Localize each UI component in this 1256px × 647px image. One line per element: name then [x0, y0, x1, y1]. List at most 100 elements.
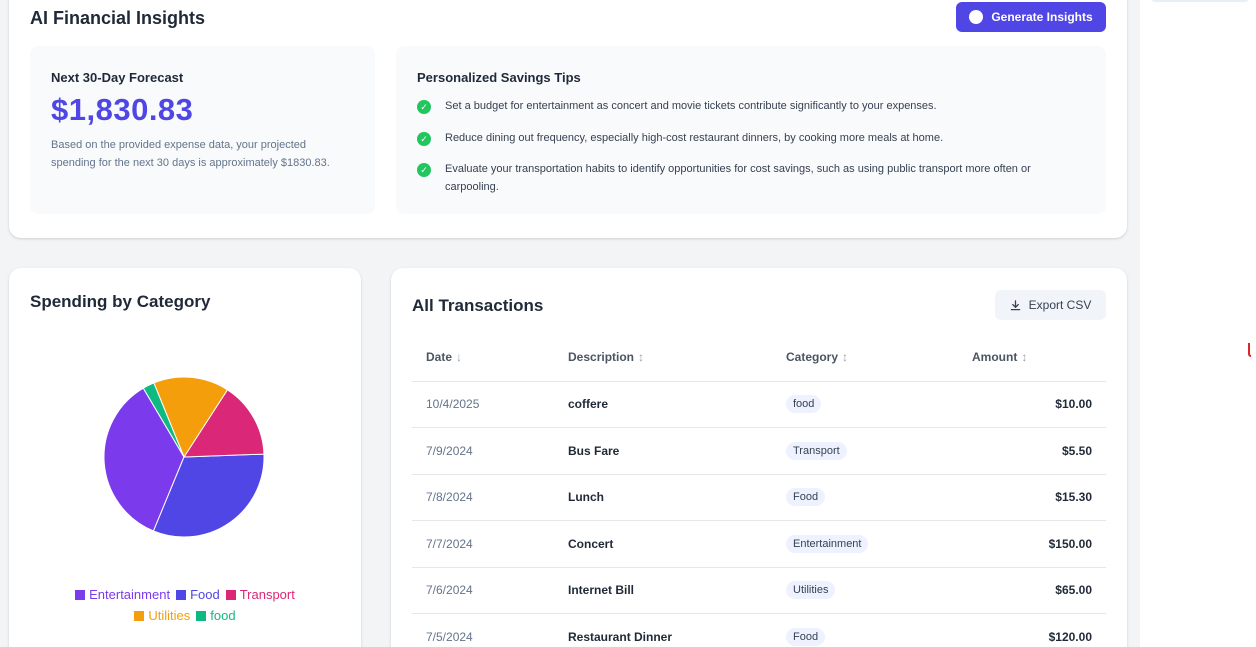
transaction-description: Concert	[554, 520, 772, 568]
spending-title: Spending by Category	[30, 292, 211, 311]
savings-tip-text: Evaluate your transportation habits to i…	[445, 163, 1031, 193]
red-mark	[1248, 343, 1251, 357]
category-badge: food	[786, 395, 822, 414]
table-row[interactable]: 7/5/2024 Restaurant Dinner Food $120.00	[412, 613, 1106, 647]
sparkle-icon	[969, 10, 984, 24]
table-row[interactable]: 7/6/2024 Internet Bill Utilities $65.00	[412, 567, 1106, 614]
table-row[interactable]: 7/7/2024 Concert Entertainment $150.00	[412, 520, 1106, 568]
sort-down-icon: ↓	[456, 350, 463, 365]
transaction-description: Internet Bill	[554, 567, 772, 614]
legend-item[interactable]: Transport	[225, 584, 295, 605]
table-row[interactable]: 7/8/2024 Lunch Food $15.30	[412, 474, 1106, 521]
forecast-amount: $1,830.83	[51, 92, 194, 127]
transaction-category: Transport	[772, 427, 972, 475]
savings-tip-text: Reduce dining out frequency, especially …	[445, 131, 944, 144]
transaction-date: 7/9/2024	[412, 427, 554, 475]
export-csv-button[interactable]: Export CSV	[995, 290, 1106, 320]
transaction-category: Entertainment	[772, 520, 972, 568]
legend-swatch	[176, 590, 187, 600]
legend-label: food	[210, 608, 236, 623]
legend-label: Transport	[239, 587, 295, 602]
transaction-amount: $65.00	[972, 567, 1106, 614]
category-badge: Food	[786, 627, 826, 646]
check-circle-icon: ✓	[417, 163, 431, 177]
column-label: Amount	[972, 350, 1018, 365]
table-header-row: Date ↓ Description ↕ Category ↕ Amount ↕	[412, 334, 1106, 382]
transaction-category: Utilities	[772, 567, 972, 614]
table-row[interactable]: 7/9/2024 Bus Fare Transport $5.50	[412, 427, 1106, 475]
spending-by-category-card: Spending by Category Entertainment Food Tr…	[9, 268, 361, 647]
legend-label: Utilities	[148, 608, 191, 623]
column-label: Description	[568, 350, 635, 365]
transaction-date: 7/7/2024	[412, 520, 554, 568]
savings-tips-list: ✓ Set a budget for entertainment as conc…	[417, 98, 1077, 210]
forecast-label: Next 30-Day Forecast	[51, 70, 184, 85]
transactions-title: All Transactions	[412, 296, 544, 315]
top-right-pill[interactable]	[1150, 0, 1250, 2]
category-badge: Entertainment	[786, 534, 869, 553]
transaction-date: 10/4/2025	[412, 381, 554, 428]
chart-legend: Entertainment Food Transport Utilities food	[29, 584, 341, 626]
transaction-date: 7/6/2024	[412, 567, 554, 614]
spending-pie-chart	[103, 376, 265, 538]
transactions-card: All Transactions Export CSV Date ↓ Descri…	[391, 268, 1127, 647]
amount-value: $150.00	[1048, 536, 1092, 551]
download-icon	[1010, 299, 1020, 310]
amount-value: $120.00	[1048, 629, 1092, 644]
legend-swatch	[196, 611, 207, 621]
generate-insights-button[interactable]: Generate Insights	[956, 2, 1106, 32]
insights-title: AI Financial Insights	[30, 8, 206, 28]
legend-item[interactable]: food	[196, 605, 236, 626]
transaction-amount: $5.50	[972, 427, 1106, 475]
category-badge: Food	[786, 488, 826, 507]
transactions-table-body: 10/4/2025 coffere food $10.00 7/9/2024 Bus Fa…	[412, 381, 1106, 647]
savings-tip: ✓ Reduce dining out frequency, especiall…	[417, 130, 1077, 148]
savings-tip: ✓ Evaluate your transportation habits to…	[417, 161, 1077, 196]
legend-swatch	[134, 611, 145, 621]
legend-item[interactable]: Food	[176, 584, 220, 605]
legend-swatch	[225, 590, 236, 600]
legend-swatch	[75, 590, 86, 600]
legend-label: Entertainment	[89, 587, 171, 602]
column-header-description[interactable]: Description ↕	[554, 334, 772, 382]
savings-tip: ✓ Set a budget for entertainment as conc…	[417, 98, 1077, 116]
transaction-description: coffere	[554, 381, 772, 428]
transaction-category: Food	[772, 474, 972, 521]
transaction-amount: $15.30	[972, 474, 1106, 521]
sort-icon: ↕	[1021, 350, 1028, 365]
transaction-description: Lunch	[554, 474, 772, 521]
legend-item[interactable]: Utilities	[134, 605, 190, 626]
transaction-date: 7/5/2024	[412, 613, 554, 647]
savings-tip-text: Set a budget for entertainment as concer…	[445, 100, 937, 112]
amount-value: $5.50	[1061, 443, 1092, 458]
column-header-category[interactable]: Category ↕	[772, 334, 972, 382]
transaction-category: food	[772, 381, 972, 428]
column-header-date[interactable]: Date ↓	[412, 334, 554, 382]
transactions-table: Date ↓ Description ↕ Category ↕ Amount ↕ 10/…	[412, 334, 1106, 647]
legend-item[interactable]: Entertainment	[75, 584, 170, 605]
amount-value: $15.30	[1055, 490, 1092, 505]
generate-insights-label: Generate Insights	[991, 10, 1093, 24]
check-circle-icon: ✓	[417, 100, 431, 114]
ai-insights-card: AI Financial Insights Generate Insights …	[9, 0, 1127, 238]
transaction-category: Food	[772, 613, 972, 647]
category-badge: Utilities	[786, 581, 836, 600]
category-badge: Transport	[786, 441, 847, 460]
transaction-amount: $150.00	[972, 520, 1106, 568]
forecast-description: Based on the provided expense data, your…	[51, 139, 330, 169]
savings-tips-panel: Personalized Savings Tips ✓ Set a budget…	[396, 46, 1106, 214]
column-label: Category	[786, 350, 839, 365]
transaction-amount: $120.00	[972, 613, 1106, 647]
check-circle-icon: ✓	[417, 131, 431, 146]
column-header-amount[interactable]: Amount ↕	[972, 334, 1106, 382]
table-row[interactable]: 10/4/2025 coffere food $10.00	[412, 381, 1106, 428]
forecast-panel: Next 30-Day Forecast $1,830.83 Based on …	[30, 46, 375, 214]
sort-icon: ↕	[638, 350, 645, 365]
sort-icon: ↕	[842, 350, 849, 365]
transaction-description: Restaurant Dinner	[554, 613, 772, 647]
amount-value: $65.00	[1055, 583, 1092, 598]
transaction-date: 7/8/2024	[412, 474, 554, 521]
column-label: Date	[426, 350, 453, 365]
transaction-amount: $10.00	[972, 381, 1106, 428]
export-csv-label: Export CSV	[1028, 298, 1092, 312]
